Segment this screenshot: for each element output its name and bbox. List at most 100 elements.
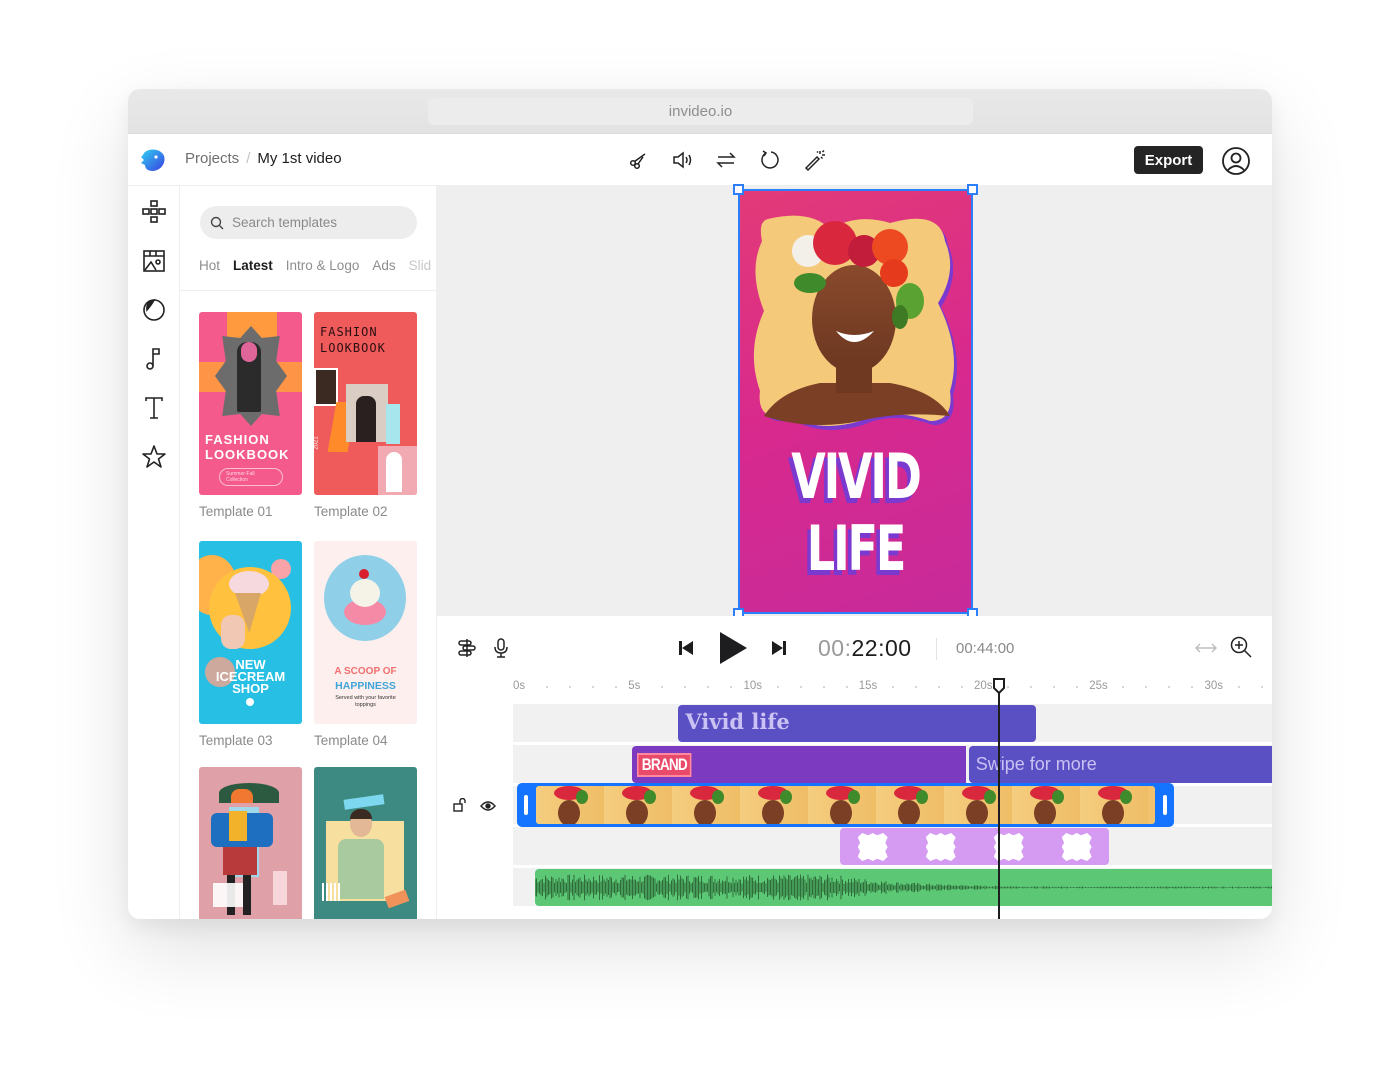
template-card-05[interactable] [199, 767, 302, 919]
volume-icon [673, 151, 692, 169]
video-clip[interactable] [517, 783, 1174, 827]
ruler-tick [1145, 686, 1148, 688]
ruler-tick [914, 686, 917, 688]
track-visibility-button[interactable] [480, 799, 496, 811]
microphone-icon [494, 638, 508, 658]
resize-handle-top-right[interactable] [967, 184, 978, 195]
url-bar[interactable]: invideo.io [428, 98, 973, 125]
ruler-tick [1237, 686, 1240, 688]
breadcrumb-projects-link[interactable]: Projects [185, 150, 239, 167]
zoom-in-icon [1230, 636, 1252, 658]
ruler-tick [546, 686, 549, 688]
template-card-03[interactable]: NEW ICECREAM SHOP Template 03 [199, 541, 302, 748]
search-templates-input[interactable]: Search templates [200, 206, 417, 239]
text-clip[interactable]: BRAND [632, 746, 967, 783]
video-frame [876, 786, 944, 824]
rail-media-button[interactable] [140, 247, 168, 275]
trim-handle-left[interactable] [524, 795, 528, 815]
canvas-content: VIVID LIFE [740, 191, 971, 612]
ruler-tick [615, 686, 618, 688]
video-frame [808, 786, 876, 824]
template-card-06[interactable] [314, 767, 417, 919]
tab-slides[interactable]: Slid [409, 258, 432, 273]
user-circle-icon[interactable] [1221, 146, 1251, 176]
ruler-tick [891, 686, 894, 688]
video-canvas[interactable]: VIVID LIFE [733, 184, 978, 619]
invideo-logo-icon[interactable] [139, 146, 167, 174]
canvas-headline-line2[interactable]: LIFE [772, 513, 938, 585]
ruler-tick [799, 686, 802, 688]
ruler-label: 20s [974, 680, 993, 692]
audio-clip[interactable] [535, 869, 1272, 906]
fit-timeline-button[interactable] [1194, 638, 1218, 658]
template-label: Template 01 [199, 504, 273, 519]
volume-button[interactable] [667, 146, 697, 174]
rail-stickers-button[interactable] [140, 296, 168, 324]
app-window: invideo.io Projects / My 1st video Expor… [128, 89, 1272, 919]
ruler-tick [684, 686, 687, 688]
ruler-label: 10s [743, 680, 763, 692]
preview-stage: VIVID LIFE [437, 184, 1272, 619]
template-thumbnail [314, 767, 417, 919]
play-button[interactable] [717, 630, 749, 666]
align-tracks-icon [458, 639, 476, 657]
rotate-button[interactable] [755, 146, 785, 174]
ruler-tick [730, 686, 733, 688]
ruler-tick [1076, 686, 1079, 688]
skip-back-button[interactable] [677, 638, 695, 658]
export-button[interactable]: Export [1134, 146, 1203, 174]
resize-handle-top-left[interactable] [733, 184, 744, 195]
skip-back-icon [679, 641, 693, 655]
playhead-handle-icon[interactable] [992, 678, 1006, 694]
skip-forward-icon [772, 641, 786, 655]
magic-button[interactable] [799, 146, 829, 174]
template-label: Template 03 [199, 733, 273, 748]
skip-forward-button[interactable] [770, 638, 788, 658]
playhead[interactable] [992, 678, 1005, 919]
text-clip[interactable]: Swipe for more [968, 746, 1272, 783]
template-card-02[interactable]: FASHION LOOKBOOK 2021 Template 02 [314, 312, 417, 519]
rail-templates-button[interactable] [140, 198, 168, 226]
template-thumbnail [199, 767, 302, 919]
video-frame [604, 786, 672, 824]
rail-text-button[interactable] [140, 394, 168, 422]
template-thumbnail: NEW ICECREAM SHOP [199, 541, 302, 724]
template-thumbnail: FASHION LOOKBOOK 2021 [314, 312, 417, 495]
template-label: Template 04 [314, 733, 388, 748]
tool-rail [128, 186, 180, 919]
tab-intro-logo[interactable]: Intro & Logo [286, 258, 360, 273]
record-voice-button[interactable] [491, 637, 511, 659]
template-card-01[interactable]: FASHION LOOKBOOK Summer-Fall Collection … [199, 312, 302, 519]
canvas-headline-line1[interactable]: VIVID [772, 441, 938, 513]
ruler-tick [707, 686, 710, 688]
zoom-in-button[interactable] [1229, 635, 1253, 659]
breadcrumb: Projects / My 1st video [185, 150, 342, 167]
ruler-tick [592, 686, 595, 688]
sticker-frame [1061, 833, 1092, 861]
tab-ads[interactable]: Ads [372, 258, 395, 273]
current-time: 00:22:00 [818, 635, 912, 662]
project-title[interactable]: My 1st video [257, 150, 341, 167]
ruler-tick [776, 686, 779, 688]
cut-button[interactable] [623, 146, 653, 174]
template-subtitle: Served with your favorite toppings [335, 695, 396, 708]
ruler-tick [845, 686, 848, 688]
rail-favorites-button[interactable] [140, 443, 168, 471]
video-frame [1012, 786, 1080, 824]
breadcrumb-separator: / [246, 150, 251, 167]
sticker-icon [143, 298, 165, 321]
text-clip[interactable]: Vivid life [678, 705, 1036, 742]
rail-music-button[interactable] [140, 345, 168, 373]
rotate-icon [761, 150, 779, 169]
sticker-frame [857, 833, 888, 861]
trim-handle-right[interactable] [1162, 795, 1167, 815]
swap-button[interactable] [711, 146, 741, 174]
sticker-clip[interactable] [839, 828, 1110, 865]
tab-latest[interactable]: Latest [233, 258, 273, 273]
timeline-settings-button[interactable] [455, 637, 479, 659]
ruler-label: 25s [1089, 680, 1108, 692]
template-card-04[interactable]: A SCOOP OF HAPPINESS Served with your fa… [314, 541, 417, 748]
tab-hot[interactable]: Hot [199, 258, 220, 273]
edit-tools [623, 146, 829, 174]
track-lock-button[interactable] [453, 797, 467, 812]
